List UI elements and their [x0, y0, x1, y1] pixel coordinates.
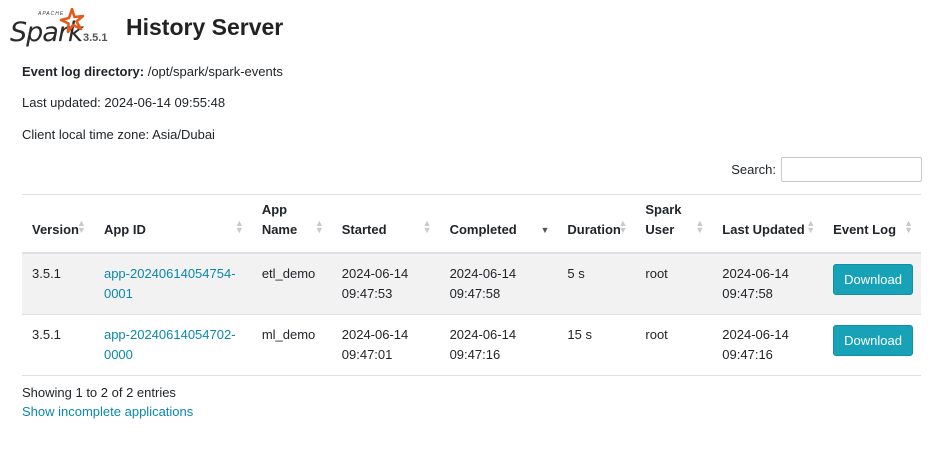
cell-version: 3.5.1	[22, 252, 94, 315]
cell-app-id: app-20240614054754- 0001	[93, 252, 252, 315]
table-info: Showing 1 to 2 of 2 entries	[22, 385, 176, 400]
sort-icon: ▲ ▼	[904, 217, 913, 235]
table-header-row: Version ▲ ▼ App ID ▲ ▼ App Name ▲ ▼ Started ▲ ▼ …	[22, 194, 921, 254]
column-header-app-id[interactable]: App ID ▲ ▼	[93, 194, 252, 254]
cell-last-updated: 2024-06-14 09:47:58	[712, 252, 824, 315]
sort-icon: ▲ ▼	[695, 217, 705, 235]
spark-logo[interactable]: APACHE Spark	[8, 8, 85, 48]
cell-version: 3.5.1	[22, 314, 94, 376]
column-header-spark-user[interactable]: Spark User ▲ ▼	[635, 194, 713, 254]
table-row: 3.5.1 app-20240614054754- 0001 etl_demo 2…	[22, 252, 921, 315]
cell-completed: 2024-06-14 09:47:58	[439, 252, 558, 315]
table-row: 3.5.1 app-20240614054702- 0000 ml_demo 20…	[22, 314, 921, 376]
page-title: History Server	[126, 14, 284, 40]
sort-icon: ▲ ▼	[422, 217, 432, 235]
sort-icon: ▲ ▼	[77, 217, 86, 235]
cell-app-name: ml_demo	[251, 314, 332, 376]
sort-icon: ▲ ▼	[314, 217, 324, 235]
sort-icon: ▲ ▼	[618, 217, 628, 235]
cell-spark-user: root	[635, 314, 713, 376]
sort-desc-icon: ▼	[540, 224, 550, 235]
cell-duration: 15 s	[557, 314, 636, 376]
version-badge: 3.5.1	[83, 32, 108, 44]
cell-duration: 5 s	[557, 252, 636, 315]
event-log-directory-label: Event log directory:	[22, 64, 145, 79]
cell-app-name: etl_demo	[251, 252, 332, 315]
cell-started: 2024-06-14 09:47:53	[331, 252, 440, 315]
client-time-zone: Client local time zone: Asia/Dubai	[22, 127, 215, 142]
last-updated: Last updated: 2024-06-14 09:55:48	[22, 95, 226, 110]
column-header-last-updated[interactable]: Last Updated ▲ ▼	[712, 194, 824, 254]
app-id-link[interactable]: app-20240614054754- 0001	[104, 266, 236, 301]
sort-icon: ▲ ▼	[806, 217, 816, 235]
spark-star-icon	[59, 8, 85, 34]
cell-event-log: Download	[823, 252, 921, 315]
sort-icon: ▲ ▼	[234, 217, 244, 235]
cell-app-id: app-20240614054702- 0000	[93, 314, 252, 376]
event-log-directory-value: /opt/spark/spark-events	[147, 64, 283, 79]
search-label: Search:	[731, 162, 776, 177]
download-button[interactable]: Download	[833, 324, 913, 356]
cell-last-updated: 2024-06-14 09:47:16	[712, 314, 824, 376]
app-id-link[interactable]: app-20240614054702- 0000	[104, 327, 236, 362]
column-header-started[interactable]: Started ▲ ▼	[331, 194, 440, 254]
cell-completed: 2024-06-14 09:47:16	[439, 314, 558, 376]
history-table: Version ▲ ▼ App ID ▲ ▼ App Name ▲ ▼ Started ▲ ▼ …	[22, 194, 921, 376]
column-header-completed[interactable]: Completed ▼	[439, 194, 558, 254]
column-header-event-log[interactable]: Event Log ▲ ▼	[823, 194, 921, 254]
search-input[interactable]	[781, 157, 922, 182]
header: APACHE Spark 3.5.1 History Server	[8, 8, 308, 48]
show-incomplete-link[interactable]: Show incomplete applications	[22, 404, 193, 419]
column-header-duration[interactable]: Duration ▲ ▼	[557, 194, 636, 254]
column-header-app-name[interactable]: App Name ▲ ▼	[251, 194, 332, 254]
column-header-version[interactable]: Version ▲ ▼	[22, 194, 94, 254]
event-log-directory: Event log directory: /opt/spark/spark-ev…	[22, 64, 283, 79]
search-box: Search:	[731, 157, 922, 182]
cell-started: 2024-06-14 09:47:01	[331, 314, 440, 376]
cell-event-log: Download	[823, 314, 921, 376]
cell-spark-user: root	[635, 252, 713, 315]
download-button[interactable]: Download	[833, 263, 913, 295]
